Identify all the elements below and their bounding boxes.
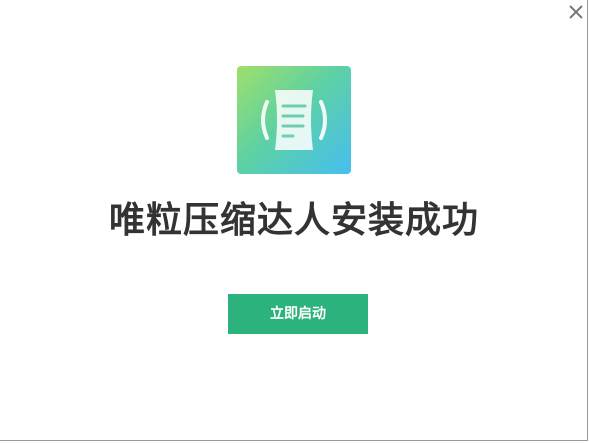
installer-window: 唯粒压缩达人安装成功 立即启动 [0,0,588,441]
scroll-compress-icon [261,90,327,150]
close-icon [569,5,583,19]
close-button[interactable] [567,3,585,21]
install-success-title: 唯粒压缩达人安装成功 [108,200,479,241]
launch-now-button[interactable]: 立即启动 [228,294,368,334]
app-logo [237,66,351,174]
